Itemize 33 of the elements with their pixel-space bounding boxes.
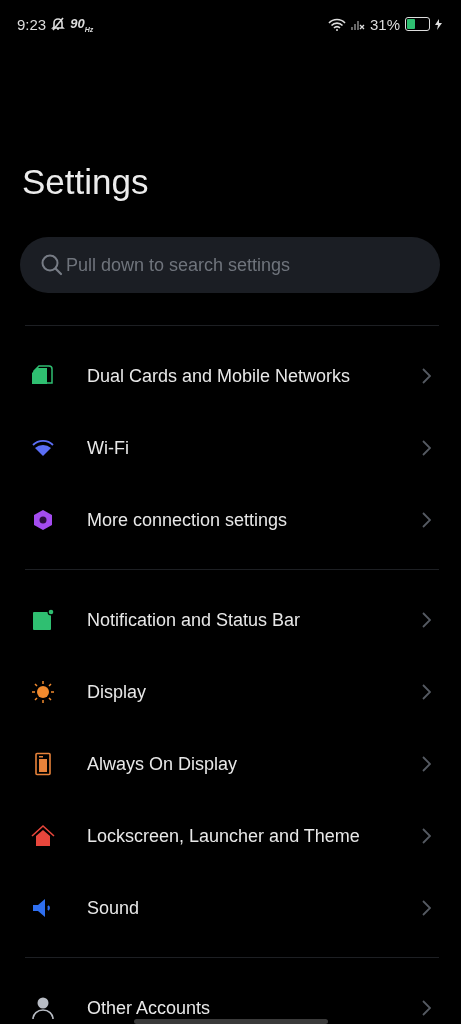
- chevron-right-icon: [422, 440, 431, 456]
- person-icon: [31, 996, 55, 1020]
- chevron-right-icon: [422, 512, 431, 528]
- chevron-right-icon: [422, 756, 431, 772]
- settings-item[interactable]: Dual Cards and Mobile Networks: [0, 340, 461, 412]
- battery-icon: [405, 17, 430, 31]
- cellular-signal-icon: [350, 18, 365, 30]
- settings-item[interactable]: More connection settings: [0, 484, 461, 556]
- settings-item[interactable]: Display: [0, 656, 461, 728]
- settings-item[interactable]: Notification and Status Bar: [0, 584, 461, 656]
- page-title: Settings: [22, 162, 150, 202]
- search-field[interactable]: Pull down to search settings: [20, 237, 440, 293]
- settings-item[interactable]: Lockscreen, Launcher and Theme: [0, 800, 461, 872]
- chevron-right-icon: [422, 684, 431, 700]
- battery-percent: 31%: [369, 15, 400, 33]
- sun-icon: [31, 680, 55, 704]
- settings-item[interactable]: Sound: [0, 872, 461, 944]
- chevron-right-icon: [422, 368, 431, 384]
- chevron-right-icon: [422, 900, 431, 916]
- wifi-signal-icon: [327, 17, 346, 31]
- settings-item[interactable]: Other Accounts: [0, 972, 461, 1024]
- home-indicator[interactable]: [134, 1019, 328, 1024]
- refresh-rate: 90$_{Hz}$: [70, 15, 94, 33]
- chevron-right-icon: [422, 1000, 431, 1016]
- clock: 9:23: [17, 15, 47, 33]
- muted-bell-icon: [51, 17, 66, 31]
- house-icon: [31, 824, 55, 848]
- chevron-right-icon: [422, 828, 431, 844]
- hexagon-icon: [31, 508, 55, 532]
- settings-item[interactable]: Wi-Fi: [0, 412, 461, 484]
- settings-item[interactable]: Always On Display: [0, 728, 461, 800]
- chevron-right-icon: [422, 612, 431, 628]
- notification-icon: [31, 608, 55, 632]
